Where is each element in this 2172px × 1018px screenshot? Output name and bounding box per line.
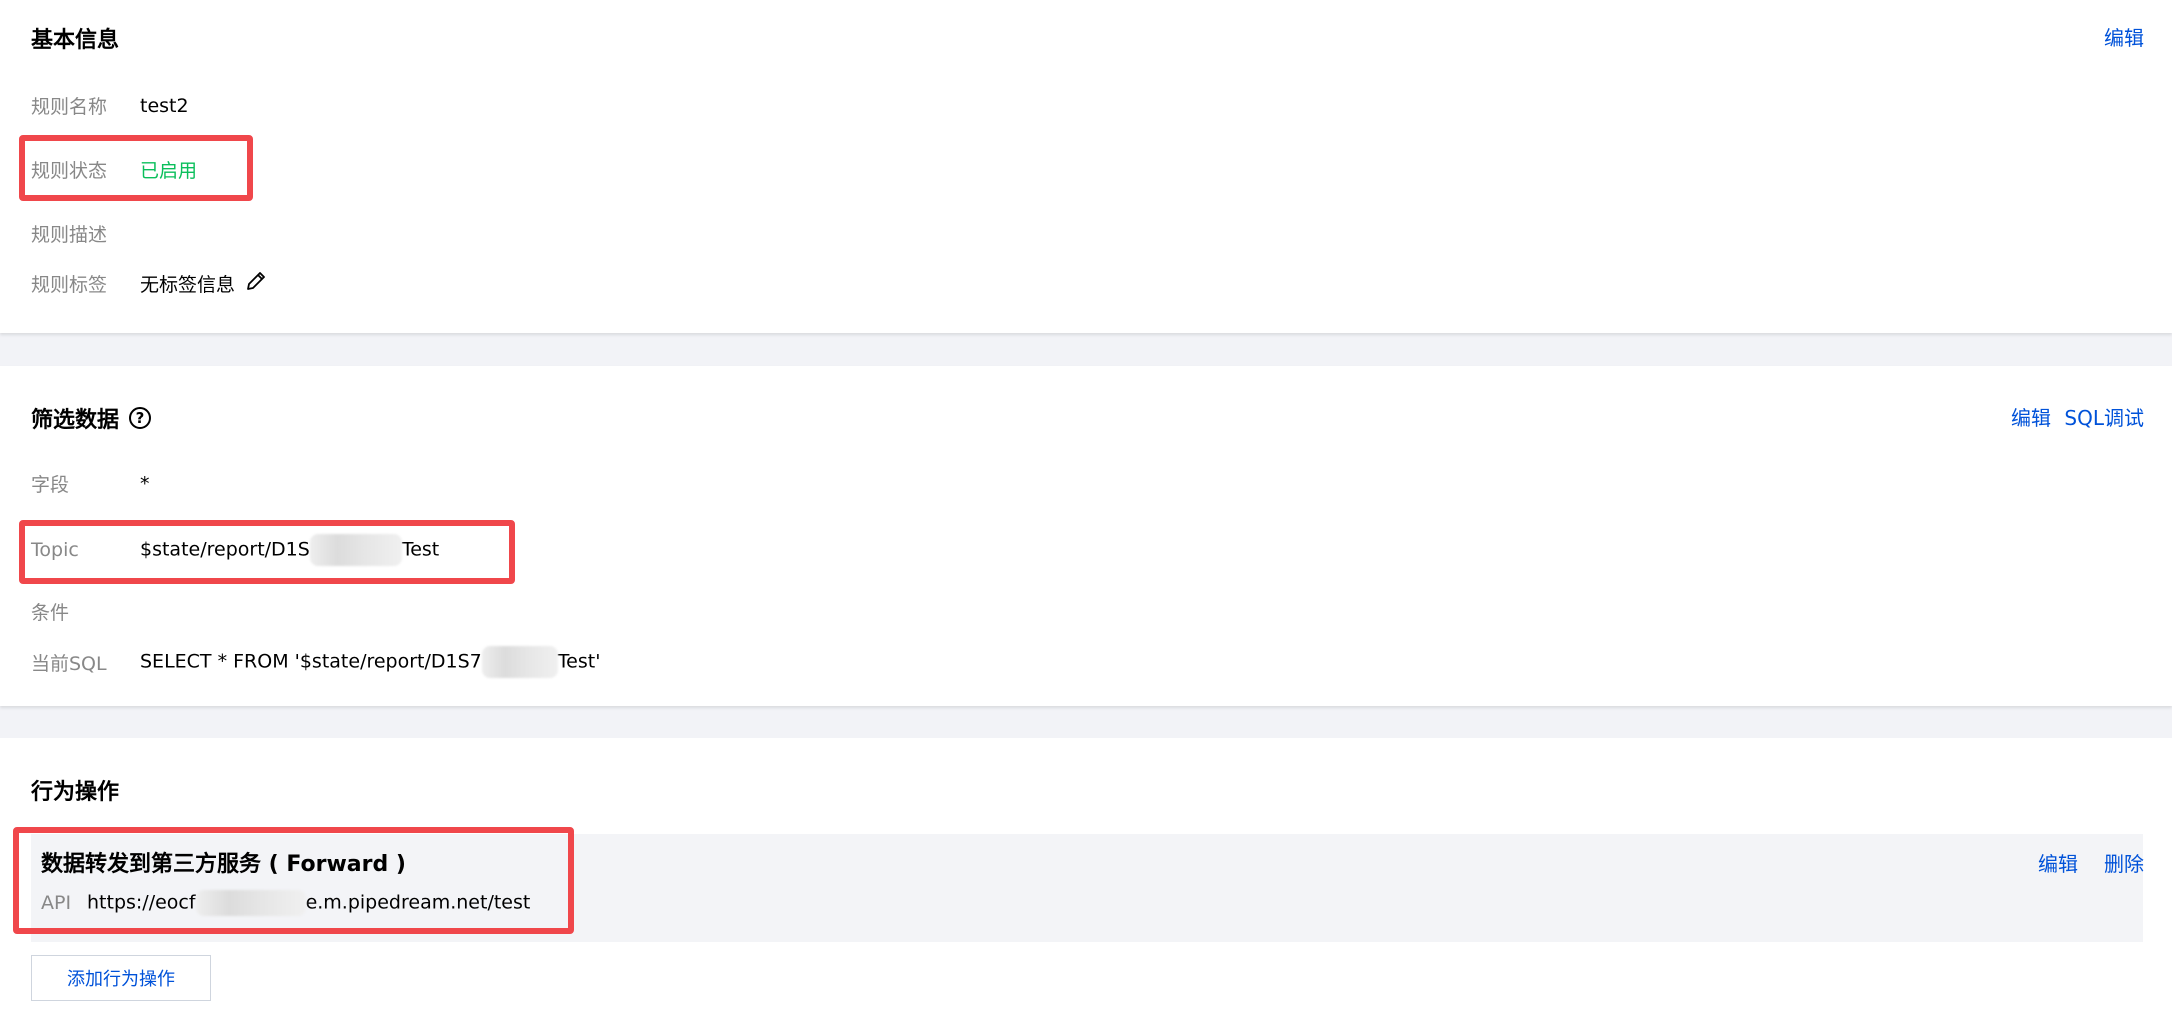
edit-tags-pencil-icon[interactable]: [245, 270, 267, 297]
rule-desc-label: 规则描述: [31, 224, 108, 246]
rule-desc-row: 规则描述: [31, 220, 140, 247]
filter-data-title-wrap: 筛选数据 ?: [31, 402, 152, 434]
status-highlight-box: [19, 135, 253, 201]
basic-info-title: 基本信息: [31, 28, 120, 53]
topic-highlight-box: [19, 520, 515, 584]
rule-tags-value: 无标签信息: [140, 274, 236, 296]
sql-row: 当前SQL SELECT * FROM '$state/report/D1S7 T…: [31, 646, 600, 678]
rule-name-label: 规则名称: [31, 96, 108, 118]
condition-row: 条件: [31, 598, 140, 625]
basic-info-edit-link[interactable]: 编辑: [2104, 22, 2144, 51]
rule-name-row: 规则名称 test2: [31, 92, 189, 119]
field-row: 字段 *: [31, 470, 150, 497]
action-edit-link[interactable]: 编辑: [2038, 848, 2078, 877]
rule-tags-label: 规则标签: [31, 274, 108, 296]
sql-prefix: SELECT * FROM '$state/report/D1S7: [140, 650, 482, 673]
rule-name-value: test2: [140, 94, 189, 117]
action-highlight-box: [13, 827, 574, 934]
filter-data-title: 筛选数据: [31, 408, 120, 433]
actions-title: 行为操作: [31, 780, 120, 805]
action-delete-link[interactable]: 删除: [2104, 848, 2144, 877]
field-label: 字段: [31, 474, 70, 496]
sql-value: SELECT * FROM '$state/report/D1S7 Test': [140, 646, 600, 678]
basic-info-card: 基本信息 编辑 规则名称 test2 规则状态 已启用 规则描述 规则标签 无标…: [0, 0, 2172, 333]
condition-label: 条件: [31, 602, 70, 624]
filter-edit-link[interactable]: 编辑: [2011, 402, 2051, 431]
sql-debug-link[interactable]: SQL调试: [2064, 402, 2144, 431]
sql-suffix: Test': [557, 650, 601, 673]
filter-data-card: 筛选数据 ? 编辑 SQL调试 字段 * Topic $state/report…: [0, 366, 2172, 706]
add-action-button[interactable]: 添加行为操作: [31, 955, 211, 1001]
field-value: *: [140, 472, 150, 495]
help-circle-icon[interactable]: ?: [129, 407, 152, 429]
rule-tags-row: 规则标签 无标签信息: [31, 270, 267, 297]
sql-label: 当前SQL: [31, 652, 107, 675]
redacted-blur: [481, 646, 558, 678]
